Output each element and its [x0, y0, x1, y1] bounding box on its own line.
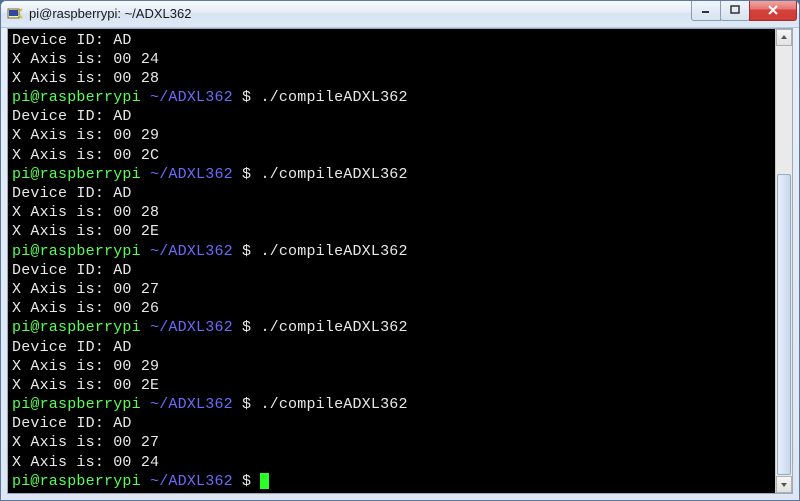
terminal-line: Device ID: AD: [12, 184, 771, 203]
client-area: Device ID: ADX Axis is: 00 24X Axis is: …: [7, 28, 793, 495]
terminal-line: X Axis is: 00 29: [12, 126, 771, 145]
terminal-line: pi@raspberrypi ~/ADXL362 $ ./compileADXL…: [12, 242, 771, 261]
terminal-line: X Axis is: 00 2E: [12, 222, 771, 241]
minimize-button[interactable]: [691, 1, 721, 21]
close-button[interactable]: [749, 1, 797, 21]
scroll-down-button[interactable]: [776, 476, 792, 493]
terminal-line: Device ID: AD: [12, 31, 771, 50]
terminal-line: X Axis is: 00 24: [12, 453, 771, 472]
terminal-line: pi@raspberrypi ~/ADXL362 $: [12, 472, 771, 491]
window-controls: [692, 1, 797, 21]
vertical-scrollbar[interactable]: [775, 29, 792, 494]
terminal-line: pi@raspberrypi ~/ADXL362 $ ./compileADXL…: [12, 395, 771, 414]
terminal-line: Device ID: AD: [12, 107, 771, 126]
terminal-line: X Axis is: 00 27: [12, 280, 771, 299]
scroll-up-button[interactable]: [776, 29, 792, 46]
terminal-line: Device ID: AD: [12, 338, 771, 357]
terminal-line: X Axis is: 00 27: [12, 433, 771, 452]
terminal-line: X Axis is: 00 28: [12, 69, 771, 88]
terminal-line: X Axis is: 00 28: [12, 203, 771, 222]
terminal-output[interactable]: Device ID: ADX Axis is: 00 24X Axis is: …: [8, 29, 775, 494]
terminal-line: pi@raspberrypi ~/ADXL362 $ ./compileADXL…: [12, 165, 771, 184]
title-bar[interactable]: pi@raspberrypi: ~/ADXL362: [1, 1, 799, 28]
terminal-line: X Axis is: 00 2C: [12, 146, 771, 165]
terminal-cursor: [260, 473, 269, 489]
terminal-line: X Axis is: 00 26: [12, 299, 771, 318]
putty-icon: [7, 6, 23, 22]
terminal-line: X Axis is: 00 2E: [12, 376, 771, 395]
maximize-button[interactable]: [720, 1, 750, 21]
terminal-line: Device ID: AD: [12, 261, 771, 280]
terminal-line: pi@raspberrypi ~/ADXL362 $ ./compileADXL…: [12, 318, 771, 337]
scrollbar-track[interactable]: [776, 46, 792, 477]
terminal-line: pi@raspberrypi ~/ADXL362 $ ./compileADXL…: [12, 88, 771, 107]
terminal-line: X Axis is: 00 24: [12, 50, 771, 69]
scrollbar-thumb[interactable]: [777, 174, 791, 475]
putty-window: pi@raspberrypi: ~/ADXL362 Device ID: ADX…: [0, 0, 800, 501]
window-title: pi@raspberrypi: ~/ADXL362: [29, 6, 692, 21]
terminal-line: X Axis is: 00 29: [12, 357, 771, 376]
terminal-line: Device ID: AD: [12, 414, 771, 433]
